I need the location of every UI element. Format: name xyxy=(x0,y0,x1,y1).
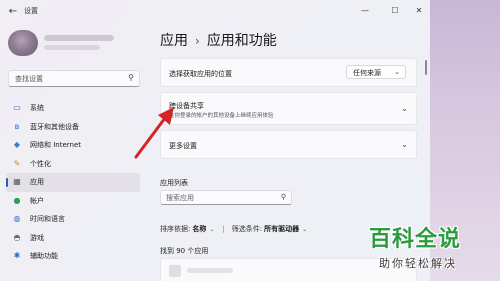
sidebar-item-label: 应用 xyxy=(30,178,44,187)
bluetooth-icon: ʙ xyxy=(14,121,20,131)
watermark-title: 百科全说 xyxy=(369,227,462,252)
sidebar-item-bluetooth[interactable]: ʙ 蓝牙和其他设备 xyxy=(6,118,140,137)
network-icon: ◆ xyxy=(13,140,21,150)
chevron-down-icon: ⌄ xyxy=(394,68,400,76)
sidebar-nav: ▭ 系统 ʙ 蓝牙和其他设备 ◆ 网络和 Internet ✎ 个性化 ▦ 应用… xyxy=(6,99,140,266)
apps-icon: ▦ xyxy=(13,177,21,187)
sort-label: 排序依据: xyxy=(160,225,191,233)
accessibility-icon: ✱ xyxy=(13,251,21,261)
app-search-input[interactable]: 搜索应用 ⚲ xyxy=(160,190,292,205)
sidebar-item-gaming[interactable]: ◓ 游戏 xyxy=(6,229,140,248)
apps-found-count: 找到 90 个应用 xyxy=(160,247,209,255)
install-source-card: 选择获取应用的位置 任何来源 ⌄ xyxy=(160,58,417,87)
chevron-down-icon: ⌄ xyxy=(209,225,215,233)
sidebar-item-personalization[interactable]: ✎ 个性化 xyxy=(6,155,140,174)
search-icon: ⚲ xyxy=(280,193,286,201)
sidebar-item-accessibility[interactable]: ✱ 辅助功能 xyxy=(6,247,140,266)
sidebar-item-network[interactable]: ◆ 网络和 Internet xyxy=(6,136,140,155)
chevron-down-icon: ⌄ xyxy=(401,140,408,149)
install-source-label: 选择获取应用的位置 xyxy=(169,70,232,78)
page-title: 应用和功能 xyxy=(206,33,277,49)
profile-email-blurred xyxy=(44,45,100,50)
account-icon: ● xyxy=(13,195,21,205)
settings-search-input[interactable]: 查找设置 ⚲ xyxy=(8,70,140,87)
sidebar-item-label: 帐户 xyxy=(30,196,44,205)
watermark-subtitle: 助你轻松解决 xyxy=(379,257,457,270)
sidebar-item-system[interactable]: ▭ 系统 xyxy=(6,99,140,118)
sidebar-item-label: 个性化 xyxy=(30,159,51,168)
sidebar-item-accounts[interactable]: ● 帐户 xyxy=(6,192,140,211)
sidebar-item-label: 蓝牙和其他设备 xyxy=(30,122,79,131)
chevron-down-icon: ⌄ xyxy=(401,104,408,113)
gamepad-icon: ◓ xyxy=(13,232,21,242)
breadcrumb-parent[interactable]: 应用 xyxy=(160,33,188,49)
close-button[interactable]: ✕ xyxy=(408,4,430,18)
scrollbar-thumb[interactable] xyxy=(425,60,427,75)
filter-label: 筛选条件: xyxy=(231,225,263,233)
search-icon: ⚲ xyxy=(128,73,134,82)
breadcrumb: 应用 › 应用和功能 xyxy=(160,30,277,50)
monitor-icon: ▭ xyxy=(13,103,21,113)
app-title: 设置 xyxy=(24,7,38,15)
chevron-down-icon: ⌄ xyxy=(302,225,308,233)
minimize-button[interactable]: — xyxy=(354,4,376,18)
app-name-placeholder xyxy=(187,268,233,273)
title-bar: ← 设置 — ☐ ✕ xyxy=(0,0,430,24)
sort-dropdown[interactable]: 名称 xyxy=(192,224,206,234)
app-icon-placeholder xyxy=(169,265,181,277)
settings-window: ← 设置 — ☐ ✕ 查找设置 ⚲ ▭ 系统 ʙ 蓝牙和其他设备 ◆ 网络和 I… xyxy=(0,0,430,281)
filter-dropdown[interactable]: 所有驱动器 xyxy=(264,224,299,234)
settings-search-placeholder: 查找设置 xyxy=(15,75,43,83)
sort-filter-row: 排序依据: 名称 ⌄ | 筛选条件: 所有驱动器 ⌄ xyxy=(160,224,307,234)
maximize-button[interactable]: ☐ xyxy=(384,4,406,18)
back-arrow-icon[interactable]: ← xyxy=(6,5,20,19)
more-settings-card[interactable]: 更多设置 ⌄ xyxy=(160,130,417,159)
cross-device-subtitle: 在你登录的帐户的其他设备上继续应用体验 xyxy=(169,113,274,119)
sidebar-item-label: 系统 xyxy=(30,104,44,113)
sort-filter-divider: | xyxy=(222,225,225,233)
sidebar-item-apps[interactable]: ▦ 应用 xyxy=(6,173,140,192)
sidebar-item-time-language[interactable]: ◍ 时间和语言 xyxy=(6,210,140,229)
sidebar-item-label: 辅助功能 xyxy=(30,252,58,261)
watermark-logo: 百科全说 助你轻松解决 xyxy=(369,221,497,271)
install-source-dropdown[interactable]: 任何来源 ⌄ xyxy=(346,65,406,79)
globe-clock-icon: ◍ xyxy=(13,214,21,224)
breadcrumb-chevron-icon: › xyxy=(195,34,200,48)
cross-device-sharing-card[interactable]: 跨设备共享 在你登录的帐户的其他设备上继续应用体验 ⌄ xyxy=(160,92,417,125)
sidebar-item-label: 游戏 xyxy=(30,233,44,242)
avatar xyxy=(8,30,38,56)
app-list-heading: 应用列表 xyxy=(160,179,188,187)
sidebar-item-label: 网络和 Internet xyxy=(30,141,82,150)
app-search-placeholder: 搜索应用 xyxy=(166,194,194,202)
profile-name-blurred xyxy=(44,35,114,41)
brush-icon: ✎ xyxy=(13,158,21,168)
install-source-value: 任何来源 xyxy=(353,69,381,77)
sidebar-item-label: 时间和语言 xyxy=(30,215,65,224)
red-arrow-annotation xyxy=(134,107,174,159)
